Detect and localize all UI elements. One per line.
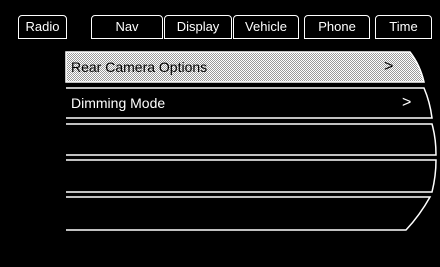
menu-item-rear-camera-options[interactable]: Rear Camera Options > bbox=[0, 52, 440, 82]
menu-item-label: Rear Camera Options bbox=[71, 59, 208, 75]
display-screen: Radio Nav Display Vehicle Phone Time Rea… bbox=[0, 0, 440, 267]
chevron-right-icon: > bbox=[384, 58, 394, 75]
chevron-right-icon: > bbox=[402, 94, 412, 111]
menu-item-empty[interactable] bbox=[0, 197, 440, 230]
menu-item-empty[interactable] bbox=[0, 160, 440, 192]
menu-item-empty[interactable] bbox=[0, 124, 440, 155]
menu-item-dimming-mode[interactable]: Dimming Mode > bbox=[0, 88, 440, 118]
menu-item-label: Dimming Mode bbox=[71, 95, 166, 111]
